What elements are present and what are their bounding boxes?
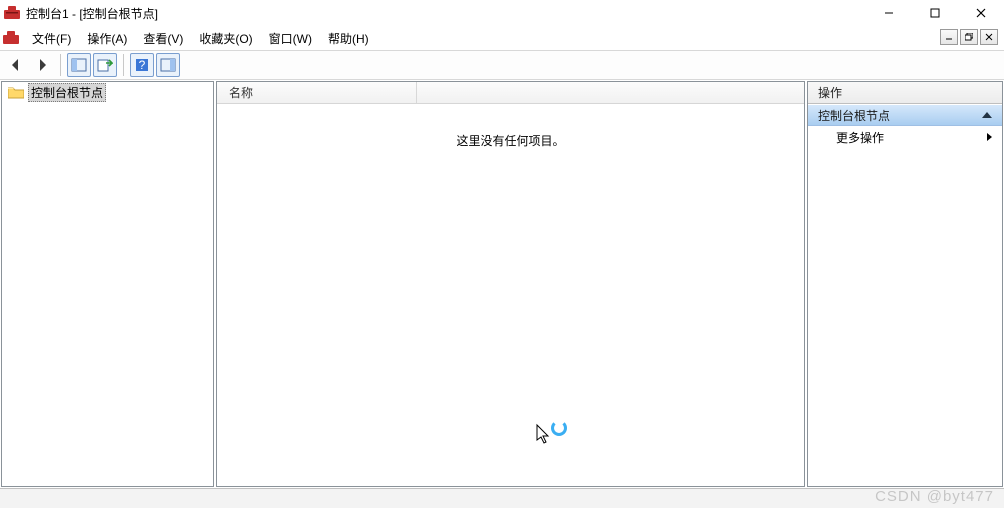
actions-section-label: 控制台根节点	[818, 107, 890, 124]
back-button[interactable]	[4, 53, 28, 77]
mdi-minimize-button[interactable]	[940, 29, 958, 45]
toolbar-separator	[123, 54, 124, 76]
title-bar: 控制台1 - [控制台根节点]	[0, 0, 1004, 26]
mdi-close-button[interactable]	[980, 29, 998, 45]
maximize-button[interactable]	[912, 0, 958, 26]
column-name[interactable]: 名称	[217, 82, 417, 103]
list-header: 名称	[217, 82, 804, 104]
menu-file[interactable]: 文件(F)	[24, 26, 79, 50]
mdi-restore-button[interactable]	[960, 29, 978, 45]
minimize-button[interactable]	[866, 0, 912, 26]
actions-pane: 操作 控制台根节点 更多操作	[807, 81, 1003, 487]
close-button[interactable]	[958, 0, 1004, 26]
folder-icon	[8, 85, 24, 99]
show-hide-action-pane-button[interactable]	[156, 53, 180, 77]
watermark: CSDN @byt477	[875, 488, 994, 505]
tree-pane[interactable]: 控制台根节点	[1, 81, 214, 487]
menu-label: 操作(A)	[87, 30, 127, 47]
status-bar	[0, 488, 1004, 508]
menu-window[interactable]: 窗口(W)	[261, 26, 320, 50]
actions-section[interactable]: 控制台根节点	[808, 104, 1002, 126]
export-list-button[interactable]	[93, 53, 117, 77]
actions-pane-header: 操作	[808, 82, 1002, 104]
svg-text:?: ?	[139, 58, 146, 72]
window-title: 控制台1 - [控制台根节点]	[26, 5, 158, 22]
column-label: 名称	[229, 84, 253, 101]
forward-button[interactable]	[30, 53, 54, 77]
list-empty-message: 这里没有任何项目。	[217, 104, 804, 149]
menu-label: 窗口(W)	[269, 30, 312, 47]
actions-item-label: 更多操作	[836, 129, 884, 146]
window-controls	[866, 0, 1004, 26]
list-pane[interactable]: 名称 这里没有任何项目。	[216, 81, 805, 487]
menu-label: 帮助(H)	[328, 30, 369, 47]
menu-bar: 文件(F) 操作(A) 查看(V) 收藏夹(O) 窗口(W) 帮助(H)	[0, 26, 1004, 50]
menu-label: 收藏夹(O)	[199, 30, 252, 47]
menu-action[interactable]: 操作(A)	[79, 26, 135, 50]
mdi-icon	[2, 26, 20, 50]
actions-more[interactable]: 更多操作	[808, 126, 1002, 148]
menu-help[interactable]: 帮助(H)	[320, 26, 377, 50]
help-button[interactable]: ?	[130, 53, 154, 77]
actions-header-label: 操作	[818, 84, 842, 101]
toolbar: ?	[0, 50, 1004, 80]
show-hide-tree-button[interactable]	[67, 53, 91, 77]
menu-label: 文件(F)	[32, 30, 71, 47]
tree-root-node[interactable]: 控制台根节点	[2, 82, 213, 102]
work-area: 控制台根节点 名称 这里没有任何项目。 操作 控制台根节点 更多操作	[0, 80, 1004, 488]
collapse-up-icon	[982, 112, 992, 118]
submenu-arrow-icon	[987, 133, 992, 141]
app-icon	[4, 5, 20, 21]
tree-node-label: 控制台根节点	[28, 83, 106, 102]
menu-label: 查看(V)	[143, 30, 183, 47]
menu-view[interactable]: 查看(V)	[135, 26, 191, 50]
toolbar-separator	[60, 54, 61, 76]
mdi-window-controls	[940, 29, 998, 45]
menu-fav[interactable]: 收藏夹(O)	[191, 26, 260, 50]
busy-spinner-icon	[551, 420, 567, 436]
